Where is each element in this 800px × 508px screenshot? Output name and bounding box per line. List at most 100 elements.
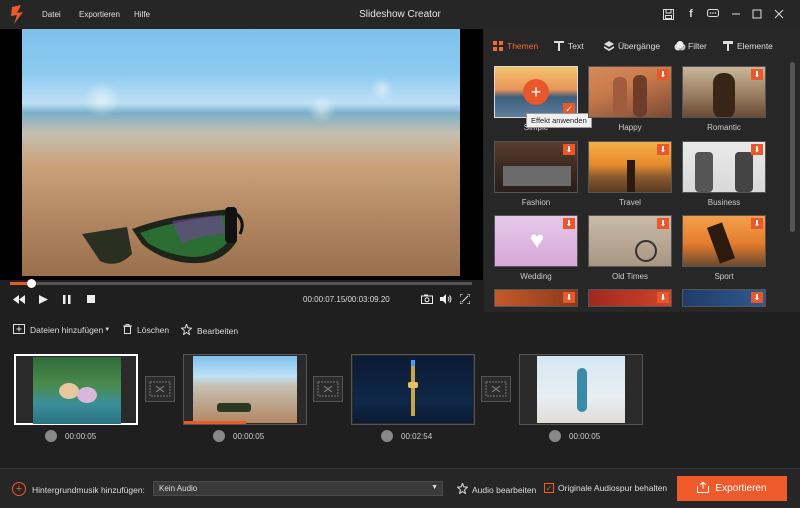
stop-icon[interactable]	[84, 293, 98, 305]
media-toolbar: Dateien hinzufügen ▼ Löschen Bearbeiten	[0, 312, 800, 344]
download-icon[interactable]: ⬇	[657, 218, 669, 229]
edit-audio-label: Audio bearbeiten	[472, 484, 537, 495]
theme-wedding[interactable]: ♥ ⬇ Wedding	[494, 215, 578, 281]
clip-duration: 00:00:05	[65, 431, 97, 441]
add-files-icon	[13, 324, 25, 336]
themes-scrollbar[interactable]	[790, 62, 795, 232]
theme-partial-1[interactable]: ⬇	[494, 289, 578, 307]
delete-button[interactable]: Löschen	[123, 324, 169, 336]
title-bar: Datei Exportieren Hilfe Slideshow Creato…	[0, 0, 800, 29]
theme-business[interactable]: ⬇ Business	[682, 141, 766, 207]
download-icon[interactable]: ⬇	[657, 69, 669, 80]
tab-elements[interactable]: Elemente	[723, 41, 773, 51]
theme-partial-3[interactable]: ⬇	[682, 289, 766, 307]
edit-audio-button[interactable]: Audio bearbeiten	[456, 481, 537, 496]
theme-romantic[interactable]: ⬇ Romantic	[682, 66, 766, 132]
tab-themes-label: Themen	[507, 41, 539, 51]
theme-happy[interactable]: ⬇ Happy	[588, 66, 672, 132]
theme-label: Sport	[714, 272, 734, 281]
rewind-icon[interactable]	[12, 293, 26, 305]
clip-progress	[184, 421, 246, 424]
volume-icon[interactable]	[439, 293, 453, 305]
theme-label: Wedding	[520, 272, 552, 281]
pause-icon[interactable]	[60, 293, 74, 305]
export-label: Exportieren	[715, 483, 767, 494]
clip-4[interactable]	[519, 354, 643, 425]
export-button[interactable]: Exportieren	[677, 476, 787, 501]
film-reel-icon	[381, 430, 393, 442]
clip-duration: 00:02:54	[401, 431, 433, 441]
theme-old-times[interactable]: ⬇ Old Times	[588, 215, 672, 281]
theme-fashion[interactable]: ⬇ Fashion	[494, 141, 578, 207]
text-icon	[554, 41, 564, 51]
clip-2[interactable]	[183, 354, 307, 425]
transition-slot-icon[interactable]	[313, 376, 343, 402]
facebook-icon[interactable]: f	[683, 6, 699, 22]
clip-1-info: 00:00:05	[45, 430, 96, 442]
snapshot-icon[interactable]	[420, 293, 434, 305]
progress-handle[interactable]	[26, 279, 36, 288]
clip-1[interactable]	[14, 354, 138, 425]
window-title: Slideshow Creator	[359, 9, 441, 20]
clip-4-info: 00:00:05	[549, 430, 600, 442]
edit-button[interactable]: Bearbeiten	[180, 322, 239, 337]
minimize-icon[interactable]	[728, 6, 744, 22]
add-music-icon[interactable]: +	[12, 482, 26, 496]
playback-progress-bar[interactable]	[10, 279, 472, 288]
elements-icon	[723, 41, 733, 51]
download-icon[interactable]: ⬇	[751, 69, 763, 80]
bottom-bar: + Hintergrundmusik hinzufügen: Kein Audi…	[0, 468, 800, 508]
chevron-down-icon: ▼	[431, 484, 438, 491]
feedback-icon[interactable]	[705, 6, 721, 22]
transition-slot-icon[interactable]	[145, 376, 175, 402]
storyboard: 00:00:05 00:00:05 00:02:54 00:00:05	[0, 344, 800, 468]
magic-wand-icon	[456, 481, 469, 496]
tab-themes[interactable]: Themen	[493, 41, 538, 51]
delete-label: Löschen	[137, 325, 170, 335]
app-window: Datei Exportieren Hilfe Slideshow Creato…	[0, 0, 800, 508]
tab-filter[interactable]: Filter	[674, 41, 707, 51]
transition-slot-icon[interactable]	[481, 376, 511, 402]
clip-2-info: 00:00:05	[213, 430, 264, 442]
close-icon[interactable]	[771, 6, 787, 22]
theme-label: Happy	[618, 123, 642, 132]
magic-wand-icon	[180, 322, 193, 337]
export-icon	[697, 480, 710, 496]
add-files-button[interactable]: Dateien hinzufügen ▼	[13, 324, 110, 336]
add-files-label: Dateien hinzufügen	[30, 325, 104, 335]
filter-icon	[674, 41, 686, 51]
download-icon[interactable]: ⬇	[563, 218, 575, 229]
maximize-icon[interactable]	[749, 6, 765, 22]
fullscreen-icon[interactable]	[458, 293, 472, 305]
timecode: 00:00:07.15/00:03:09.20	[303, 295, 390, 304]
download-icon[interactable]: ⬇	[563, 144, 575, 155]
tab-elements-label: Elemente	[737, 41, 773, 51]
download-icon[interactable]: ⬇	[751, 144, 763, 155]
theme-sport[interactable]: ⬇ Sport	[682, 215, 766, 281]
save-icon[interactable]	[660, 6, 676, 22]
keep-audio-checkbox[interactable]: ✓	[544, 483, 554, 493]
trash-icon	[123, 324, 132, 336]
audio-select-value: Kein Audio	[159, 484, 198, 493]
clip-duration: 00:00:05	[569, 431, 601, 441]
audio-select[interactable]: Kein Audio ▼	[153, 481, 443, 496]
tab-text[interactable]: Text	[554, 41, 584, 51]
tab-transitions[interactable]: Übergänge	[604, 41, 660, 51]
edit-label: Bearbeiten	[197, 325, 239, 336]
film-reel-icon	[213, 430, 225, 442]
clip-3-info: 00:02:54	[381, 430, 432, 442]
theme-partial-2[interactable]: ⬇	[588, 289, 672, 307]
download-icon[interactable]: ⬇	[657, 144, 669, 155]
video-preview[interactable]	[0, 29, 483, 280]
play-icon[interactable]	[36, 293, 50, 305]
keep-audio-option[interactable]: ✓ Originale Audiospur behalten	[544, 483, 667, 493]
film-reel-icon	[45, 430, 57, 442]
clip-3[interactable]	[351, 354, 475, 425]
add-effect-icon[interactable]: +	[523, 79, 549, 105]
theme-label: Fashion	[521, 198, 551, 207]
tab-transitions-label: Übergänge	[618, 41, 661, 51]
preview-image	[22, 29, 460, 276]
download-icon[interactable]: ⬇	[751, 218, 763, 229]
theme-travel[interactable]: ⬇ Travel	[588, 141, 672, 207]
tab-filter-label: Filter	[688, 41, 707, 51]
